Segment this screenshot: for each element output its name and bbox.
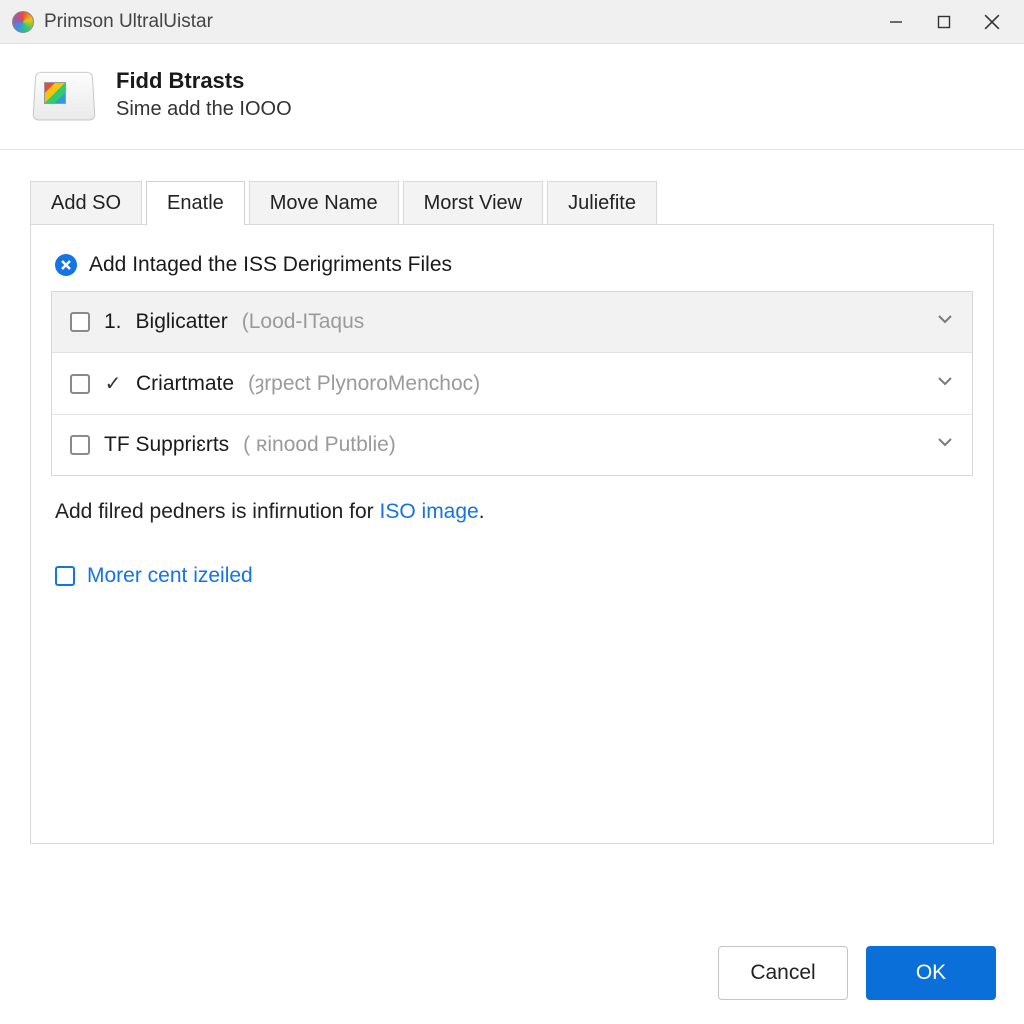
list-item[interactable]: 1. Biglicatter (Lood-ITaqus — [52, 292, 972, 353]
dialog-footer: Cancel OK — [0, 928, 1024, 1024]
minimize-button[interactable] — [872, 0, 920, 44]
package-icon — [34, 70, 94, 120]
tab-morst-view[interactable]: Morst View — [403, 181, 544, 225]
accordion-list: 1. Biglicatter (Lood-ITaqus ✓ Criartmate… — [51, 291, 973, 476]
checkmark-icon: ✓ — [104, 371, 122, 396]
more-checkbox-label: Morer cent izeiled — [87, 564, 253, 588]
tab-move-name[interactable]: Move Name — [249, 181, 399, 225]
close-icon — [984, 14, 1000, 30]
app-icon — [12, 11, 34, 33]
window-controls — [872, 0, 1016, 44]
close-button[interactable] — [968, 0, 1016, 44]
item-label: Criartmate — [136, 372, 234, 396]
checkbox[interactable] — [70, 435, 90, 455]
helper-text: Add filred pedners is infirnution for IS… — [51, 500, 973, 524]
maximize-icon — [937, 15, 951, 29]
maximize-button[interactable] — [920, 0, 968, 44]
more-checkbox-row[interactable]: Morer cent izeiled — [51, 564, 973, 588]
cancel-button[interactable]: Cancel — [718, 946, 848, 1000]
page-subtitle: Sime add the IOOO — [116, 98, 292, 121]
chevron-down-icon[interactable] — [936, 372, 954, 396]
tab-panel: Add Intaged the ISS Derigriments Files 1… — [30, 224, 994, 844]
chevron-down-icon[interactable] — [936, 433, 954, 457]
header-panel: Fidd Btrasts Sime add the IOOO — [0, 44, 1024, 150]
info-badge-icon — [55, 254, 77, 276]
item-label: Biglicatter — [136, 310, 228, 334]
item-label: TF Suppriɛrts — [104, 433, 229, 457]
chevron-down-icon[interactable] — [936, 310, 954, 334]
item-prefix: 1. — [104, 310, 122, 334]
iso-image-link[interactable]: ISO image — [380, 500, 479, 523]
body-area: Add SO Enatle Move Name Morst View Julie… — [0, 150, 1024, 844]
titlebar: Primson UltralUistar — [0, 0, 1024, 44]
list-item[interactable]: ✓ Criartmate (ȝrpect PlynoroMenchoc) — [52, 353, 972, 415]
checkbox[interactable] — [55, 566, 75, 586]
item-paren: (ȝrpect PlynoroMenchoc) — [248, 372, 480, 396]
item-paren: ( ʀinood Putblie) — [243, 433, 396, 457]
header-text: Fidd Btrasts Sime add the IOOO — [116, 68, 292, 121]
checkbox[interactable] — [70, 312, 90, 332]
checkbox[interactable] — [70, 374, 90, 394]
page-title: Fidd Btrasts — [116, 68, 292, 94]
tab-add-so[interactable]: Add SO — [30, 181, 142, 225]
item-paren: (Lood-ITaqus — [242, 310, 365, 334]
tabstrip: Add SO Enatle Move Name Morst View Julie… — [30, 180, 994, 224]
section-title-text: Add Intaged the ISS Derigriments Files — [89, 253, 452, 277]
window-title: Primson UltralUistar — [44, 11, 872, 33]
list-item[interactable]: TF Suppriɛrts ( ʀinood Putblie) — [52, 415, 972, 475]
tab-enatle[interactable]: Enatle — [146, 181, 245, 225]
section-title-row: Add Intaged the ISS Derigriments Files — [51, 253, 973, 277]
ok-button[interactable]: OK — [866, 946, 996, 1000]
minimize-icon — [889, 15, 903, 29]
tab-juliefite[interactable]: Juliefite — [547, 181, 657, 225]
helper-suffix: . — [479, 500, 485, 523]
helper-prefix: Add filred pedners is infirnution for — [55, 500, 380, 523]
